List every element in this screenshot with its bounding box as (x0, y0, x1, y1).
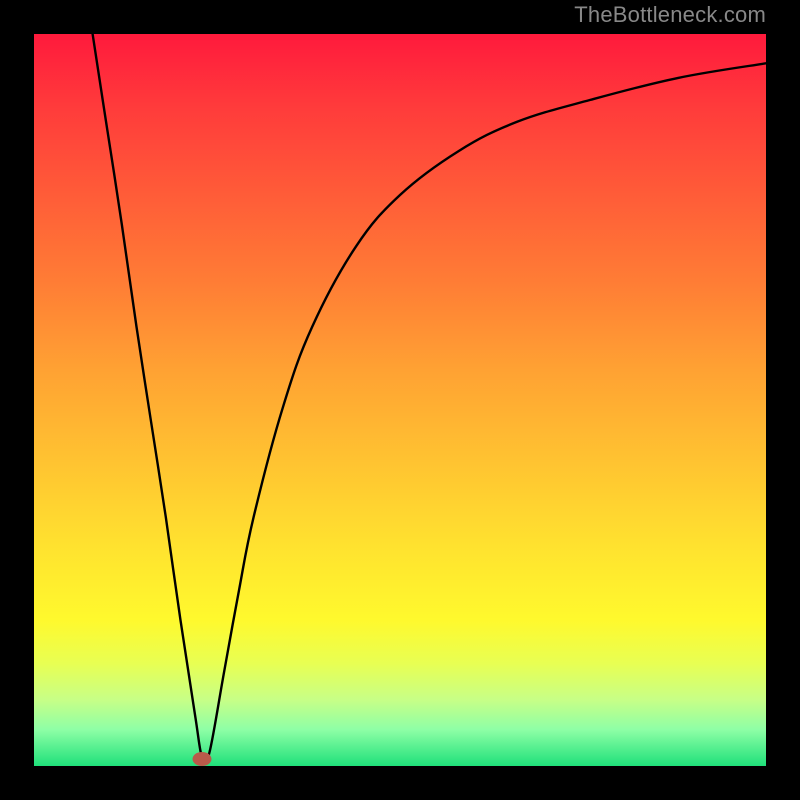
chart-frame: TheBottleneck.com (0, 0, 800, 800)
curve-svg (34, 34, 766, 766)
data-marker (193, 752, 212, 766)
plot-area (34, 34, 766, 766)
curve-line (93, 34, 766, 764)
watermark-text: TheBottleneck.com (574, 2, 766, 28)
